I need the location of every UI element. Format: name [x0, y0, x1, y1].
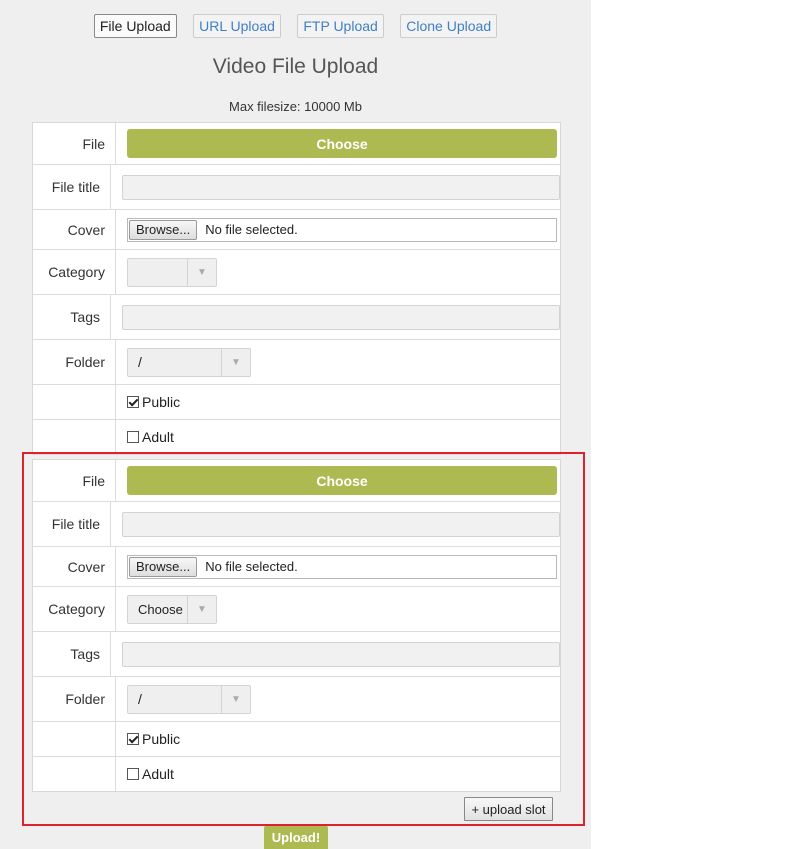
category-select-value	[128, 259, 187, 286]
tags-label: Tags	[33, 295, 111, 339]
category-select[interactable]: ▼	[127, 257, 217, 287]
folder-label: Folder	[33, 340, 116, 384]
cover-label: Cover	[33, 210, 116, 249]
choose-file-button[interactable]: Choose	[127, 129, 557, 158]
highlight-box	[22, 452, 585, 826]
chevron-down-icon: ▼	[187, 258, 216, 286]
add-upload-slot-button[interactable]: + upload slot	[464, 797, 553, 821]
tab-file-upload[interactable]: File Upload	[93, 14, 177, 38]
upload-type-tabs: File Upload URL Upload FTP Upload Clone …	[0, 14, 591, 38]
tab-url-upload[interactable]: URL Upload	[193, 14, 281, 38]
empty-label	[33, 420, 116, 454]
folder-select[interactable]: / ▼	[127, 347, 251, 377]
file-title-input[interactable]	[122, 174, 560, 200]
checkbox-checked-icon	[127, 396, 139, 408]
file-title-label: File title	[33, 165, 111, 209]
checkbox-unchecked-icon	[127, 431, 139, 443]
page-title: Video File Upload	[212, 55, 379, 78]
tab-ftp-upload[interactable]: FTP Upload	[297, 14, 384, 38]
max-filesize-text: Max filesize: 10000 Mb	[229, 99, 362, 114]
category-label: Category	[33, 250, 116, 294]
browse-button[interactable]: Browse...	[129, 219, 198, 240]
public-label: Public	[142, 394, 181, 410]
public-checkbox[interactable]: Public	[127, 394, 180, 410]
cover-file-status: No file selected.	[205, 222, 298, 237]
tab-clone-upload[interactable]: Clone Upload	[400, 14, 498, 38]
cover-file-input: Browse... No file selected.	[127, 217, 557, 242]
adult-checkbox[interactable]: Adult	[127, 429, 174, 445]
upload-slot-1: File Choose File title Cover Browse... N…	[32, 122, 561, 455]
folder-select-value: /	[138, 354, 142, 370]
upload-button[interactable]: Upload!	[264, 826, 328, 849]
chevron-down-icon: ▼	[221, 348, 250, 376]
tags-input[interactable]	[122, 304, 560, 330]
adult-label: Adult	[142, 429, 174, 445]
empty-label	[33, 385, 116, 419]
file-label: File	[33, 123, 116, 164]
